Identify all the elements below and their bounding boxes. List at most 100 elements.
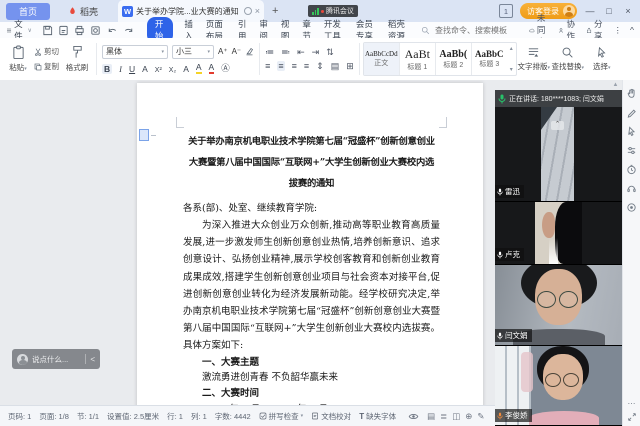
font-size-select[interactable]: 小三 ▾ xyxy=(172,45,214,59)
decrease-indent-button[interactable]: ⇤ xyxy=(297,47,305,58)
video-feed: ⌃ xyxy=(541,107,574,201)
export-pdf-icon[interactable] xyxy=(58,25,69,36)
text-effects-button[interactable]: A xyxy=(183,64,189,74)
save-icon[interactable] xyxy=(42,25,53,36)
char-shading-button[interactable]: Ⓐ xyxy=(221,62,230,74)
record-icon[interactable] xyxy=(626,202,637,213)
hand-icon[interactable] xyxy=(626,88,637,99)
write-mode-button[interactable]: ✎ xyxy=(477,411,484,422)
proofread-button[interactable]: 文档校对 xyxy=(311,411,351,422)
participant-name: 雷迅 xyxy=(505,186,520,197)
style-normal[interactable]: AaBbCcDd 正文 xyxy=(364,43,400,75)
shading-button[interactable]: ▤ xyxy=(331,61,340,72)
meeting-video-panel[interactable]: 正在讲话: 180****1083; 闫文娟 ⌃ 雷迅 卢克 闫文娟 xyxy=(495,90,622,426)
tab-home[interactable]: 首页 xyxy=(6,3,50,20)
styles-gallery-scrollbar[interactable]: ▴ ▾ xyxy=(507,43,516,75)
find-replace-button[interactable]: 查找替换▾ xyxy=(551,38,585,80)
clear-format-icon[interactable] xyxy=(245,47,254,56)
text-layout-button[interactable]: 文字排版▾ xyxy=(517,38,551,80)
char-border-button[interactable]: A xyxy=(142,64,148,74)
meeting-status-pill[interactable]: 腾讯会议 xyxy=(308,5,358,17)
doc-paragraph: 为深入推进大众创业万众创新,推动高等职业教育高质量发展,进一步激发师生创新创意创… xyxy=(183,217,440,355)
scrollbar-up-arrow[interactable]: ▲ xyxy=(611,82,620,89)
scroll-up-icon[interactable]: ▴ xyxy=(510,45,513,52)
chat-avatar-icon xyxy=(17,354,28,365)
video-tile[interactable]: 卢克 xyxy=(495,202,622,265)
justify-button[interactable]: ≡ xyxy=(304,61,309,71)
chat-input-placeholder[interactable]: 说点什么... xyxy=(32,354,81,365)
more-menu-icon[interactable]: ⋮ xyxy=(614,25,623,36)
search-input[interactable] xyxy=(433,25,529,36)
eye-protection-button[interactable] xyxy=(408,412,419,421)
outline-view-button[interactable]: ≣ xyxy=(440,411,447,422)
headset-icon[interactable] xyxy=(626,183,637,194)
command-search[interactable] xyxy=(421,25,529,36)
cut-button[interactable]: 剪切 xyxy=(34,46,59,57)
collapse-ribbon-icon[interactable]: ^ xyxy=(630,25,634,35)
meeting-pill-label: 腾讯会议 xyxy=(326,6,354,16)
align-right-button[interactable]: ≡ xyxy=(292,61,297,71)
status-column: 列: 1 xyxy=(191,411,207,422)
shrink-font-button[interactable]: A⁻ xyxy=(232,47,242,56)
style-heading3[interactable]: AaBbC 标题 3 xyxy=(472,43,507,75)
undo-icon[interactable] xyxy=(106,25,118,36)
highlight-color-button[interactable]: A xyxy=(196,62,202,74)
italic-button[interactable]: I xyxy=(119,64,122,74)
format-painter-button[interactable]: 格式刷 xyxy=(61,38,93,80)
select-button[interactable]: 选择▾ xyxy=(585,38,619,80)
status-page-number: 页码: 1 xyxy=(8,411,31,422)
gutter-annotation[interactable] xyxy=(139,129,156,141)
cursor-arrow-icon xyxy=(596,46,608,59)
bold-button[interactable]: B xyxy=(102,64,112,74)
collapse-panel-icon[interactable]: ⌃ xyxy=(551,121,564,130)
preview-icon[interactable] xyxy=(90,25,101,36)
numbering-button[interactable]: ≕ xyxy=(281,47,290,58)
meeting-chat-quickbar[interactable]: 说点什么... < xyxy=(12,349,100,369)
font-color-button[interactable]: A xyxy=(209,62,215,74)
spellcheck-button[interactable]: 拼写检查 ▾ xyxy=(259,411,304,422)
sort-button[interactable]: ⇅ xyxy=(326,47,334,58)
cursor-icon[interactable] xyxy=(626,126,637,137)
align-center-button[interactable]: ≡ xyxy=(277,61,284,71)
missing-font-button[interactable]: T 缺失字体 xyxy=(359,411,396,422)
expand-icon[interactable] xyxy=(627,412,637,422)
sliders-icon[interactable] xyxy=(626,145,637,156)
style-heading1[interactable]: AaBt 标题 1 xyxy=(400,43,436,75)
tab-close-icon[interactable]: × xyxy=(255,6,260,16)
tab-docer[interactable]: 稻壳 xyxy=(58,3,108,20)
align-left-button[interactable]: ≡ xyxy=(265,61,270,71)
style-preview: AaBt xyxy=(405,47,430,62)
tab-home-label: 首页 xyxy=(19,5,37,18)
bullets-button[interactable]: ≔ xyxy=(265,47,274,58)
redo-icon[interactable] xyxy=(123,25,135,36)
paste-button[interactable]: 粘贴▾ xyxy=(4,38,32,80)
superscript-button[interactable]: X² xyxy=(155,67,162,74)
font-name-select[interactable]: 黑体 ▾ xyxy=(102,45,168,59)
line-spacing-button[interactable]: ⇕ xyxy=(316,61,324,72)
document-page[interactable]: 关于举办南京机电职业技术学院第七届“冠盛杯”创新创意创业 大赛暨第八届中国国际“… xyxy=(137,83,483,405)
search-icon xyxy=(421,26,430,35)
video-tile[interactable]: 闫文娟 xyxy=(495,265,622,346)
underline-button[interactable]: U xyxy=(129,64,135,74)
web-view-button[interactable]: ⊕ xyxy=(465,411,472,422)
brush-icon xyxy=(71,45,84,60)
page-view-button[interactable]: ▤ xyxy=(427,411,435,422)
more-tools-icon[interactable]: ⋯ xyxy=(628,399,636,408)
pen-icon[interactable] xyxy=(626,107,637,118)
borders-button[interactable]: ⊞ xyxy=(346,61,354,72)
timer-icon[interactable] xyxy=(626,164,637,175)
new-tab-button[interactable]: + xyxy=(272,5,278,17)
print-icon[interactable] xyxy=(74,25,85,36)
video-tile[interactable]: 李俊娇 xyxy=(495,346,622,425)
window-switch-button[interactable]: 1 xyxy=(499,4,513,18)
increase-indent-button[interactable]: ⇥ xyxy=(312,47,320,58)
scroll-down-icon[interactable]: ▾ xyxy=(510,66,513,73)
subscript-button[interactable]: X₂ xyxy=(169,67,176,74)
video-tile[interactable]: ⌃ 雷迅 xyxy=(495,107,622,202)
status-word-count[interactable]: 字数: 4442 xyxy=(215,411,251,422)
chat-collapse-icon[interactable]: < xyxy=(90,355,95,364)
copy-button[interactable]: 复制 xyxy=(34,61,59,72)
grow-font-button[interactable]: A⁺ xyxy=(218,47,228,56)
read-view-button[interactable]: ◫ xyxy=(452,411,460,422)
style-heading2[interactable]: AaBb( 标题 2 xyxy=(436,43,472,75)
